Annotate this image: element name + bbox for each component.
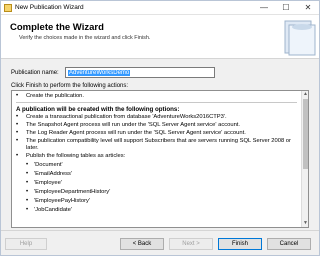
next-button[interactable]: Next > — [169, 238, 213, 250]
publication-name-input[interactable]: AdventureWorksDemo — [65, 67, 215, 78]
wizard-window: New Publication Wizard — ☐ ✕ Complete th… — [0, 0, 320, 256]
page-title: Complete the Wizard — [10, 22, 104, 33]
option-line: Create a transactional publication from … — [26, 114, 227, 120]
bullet-glyph: • — [16, 93, 19, 99]
table-article: 'EmployeePayHistory' — [34, 198, 91, 204]
vertical-scrollbar[interactable]: ▲ ▼ — [301, 91, 308, 227]
option-line-continued: later. — [26, 145, 39, 151]
wizard-content: Publication name: AdventureWorksDemo Cli… — [1, 60, 319, 230]
table-article: 'EmailAddress' — [34, 171, 72, 177]
finish-button[interactable]: Finish — [218, 238, 262, 250]
bullet-glyph: • — [16, 138, 19, 144]
publish-tables-intro: Publish the following tables as articles… — [26, 153, 126, 159]
bullet-glyph: • — [16, 130, 19, 136]
wizard-footer: Help < Back Next > Finish Cancel — [1, 230, 319, 255]
options-heading: A publication will be created with the f… — [16, 106, 180, 113]
minimize-button[interactable]: — — [253, 1, 275, 14]
option-line: The publication compatibility level will… — [26, 138, 291, 144]
window-title: New Publication Wizard — [15, 4, 84, 11]
action-create-publication: Create the publication. — [26, 93, 85, 99]
table-article: 'Employee' — [34, 180, 62, 186]
scroll-down-icon[interactable]: ▼ — [302, 220, 308, 227]
scroll-thumb[interactable] — [303, 99, 308, 169]
bullet-glyph: • — [16, 114, 19, 120]
scroll-up-icon[interactable]: ▲ — [302, 91, 308, 98]
separator — [16, 102, 297, 103]
cancel-button[interactable]: Cancel — [267, 238, 311, 250]
option-line: The Snapshot Agent process will run unde… — [26, 122, 241, 128]
close-button[interactable]: ✕ — [297, 1, 319, 14]
bullet-glyph: • — [16, 153, 19, 159]
bullet-glyph: • — [26, 162, 29, 168]
actions-summary-box[interactable]: • Create the publication. A publication … — [11, 90, 309, 228]
option-line: The Log Reader Agent process will run un… — [26, 130, 246, 136]
page-subtitle: Verify the choices made in the wizard an… — [19, 35, 151, 41]
maximize-button[interactable]: ☐ — [275, 1, 297, 14]
wizard-header: Complete the Wizard Verify the choices m… — [1, 15, 319, 59]
title-bar: New Publication Wizard — ☐ ✕ — [1, 1, 319, 15]
publication-name-label: Publication name: — [11, 70, 59, 76]
table-article: 'EmployeeDepartmentHistory' — [34, 189, 111, 195]
bullet-glyph: • — [26, 207, 29, 213]
bullet-glyph: • — [26, 180, 29, 186]
back-button[interactable]: < Back — [120, 238, 164, 250]
bullet-glyph: • — [16, 122, 19, 128]
help-button[interactable]: Help — [5, 238, 47, 250]
bullet-glyph: • — [26, 171, 29, 177]
publication-name-value: AdventureWorksDemo — [68, 70, 131, 76]
bullet-glyph: • — [26, 198, 29, 204]
actions-intro-label: Click Finish to perform the following ac… — [11, 83, 129, 89]
table-article: 'JobCandidate' — [34, 207, 72, 213]
bullet-glyph: • — [26, 189, 29, 195]
wizard-graphic-icon — [284, 20, 316, 56]
wizard-app-icon — [4, 4, 12, 12]
table-article: 'Document' — [34, 162, 63, 168]
